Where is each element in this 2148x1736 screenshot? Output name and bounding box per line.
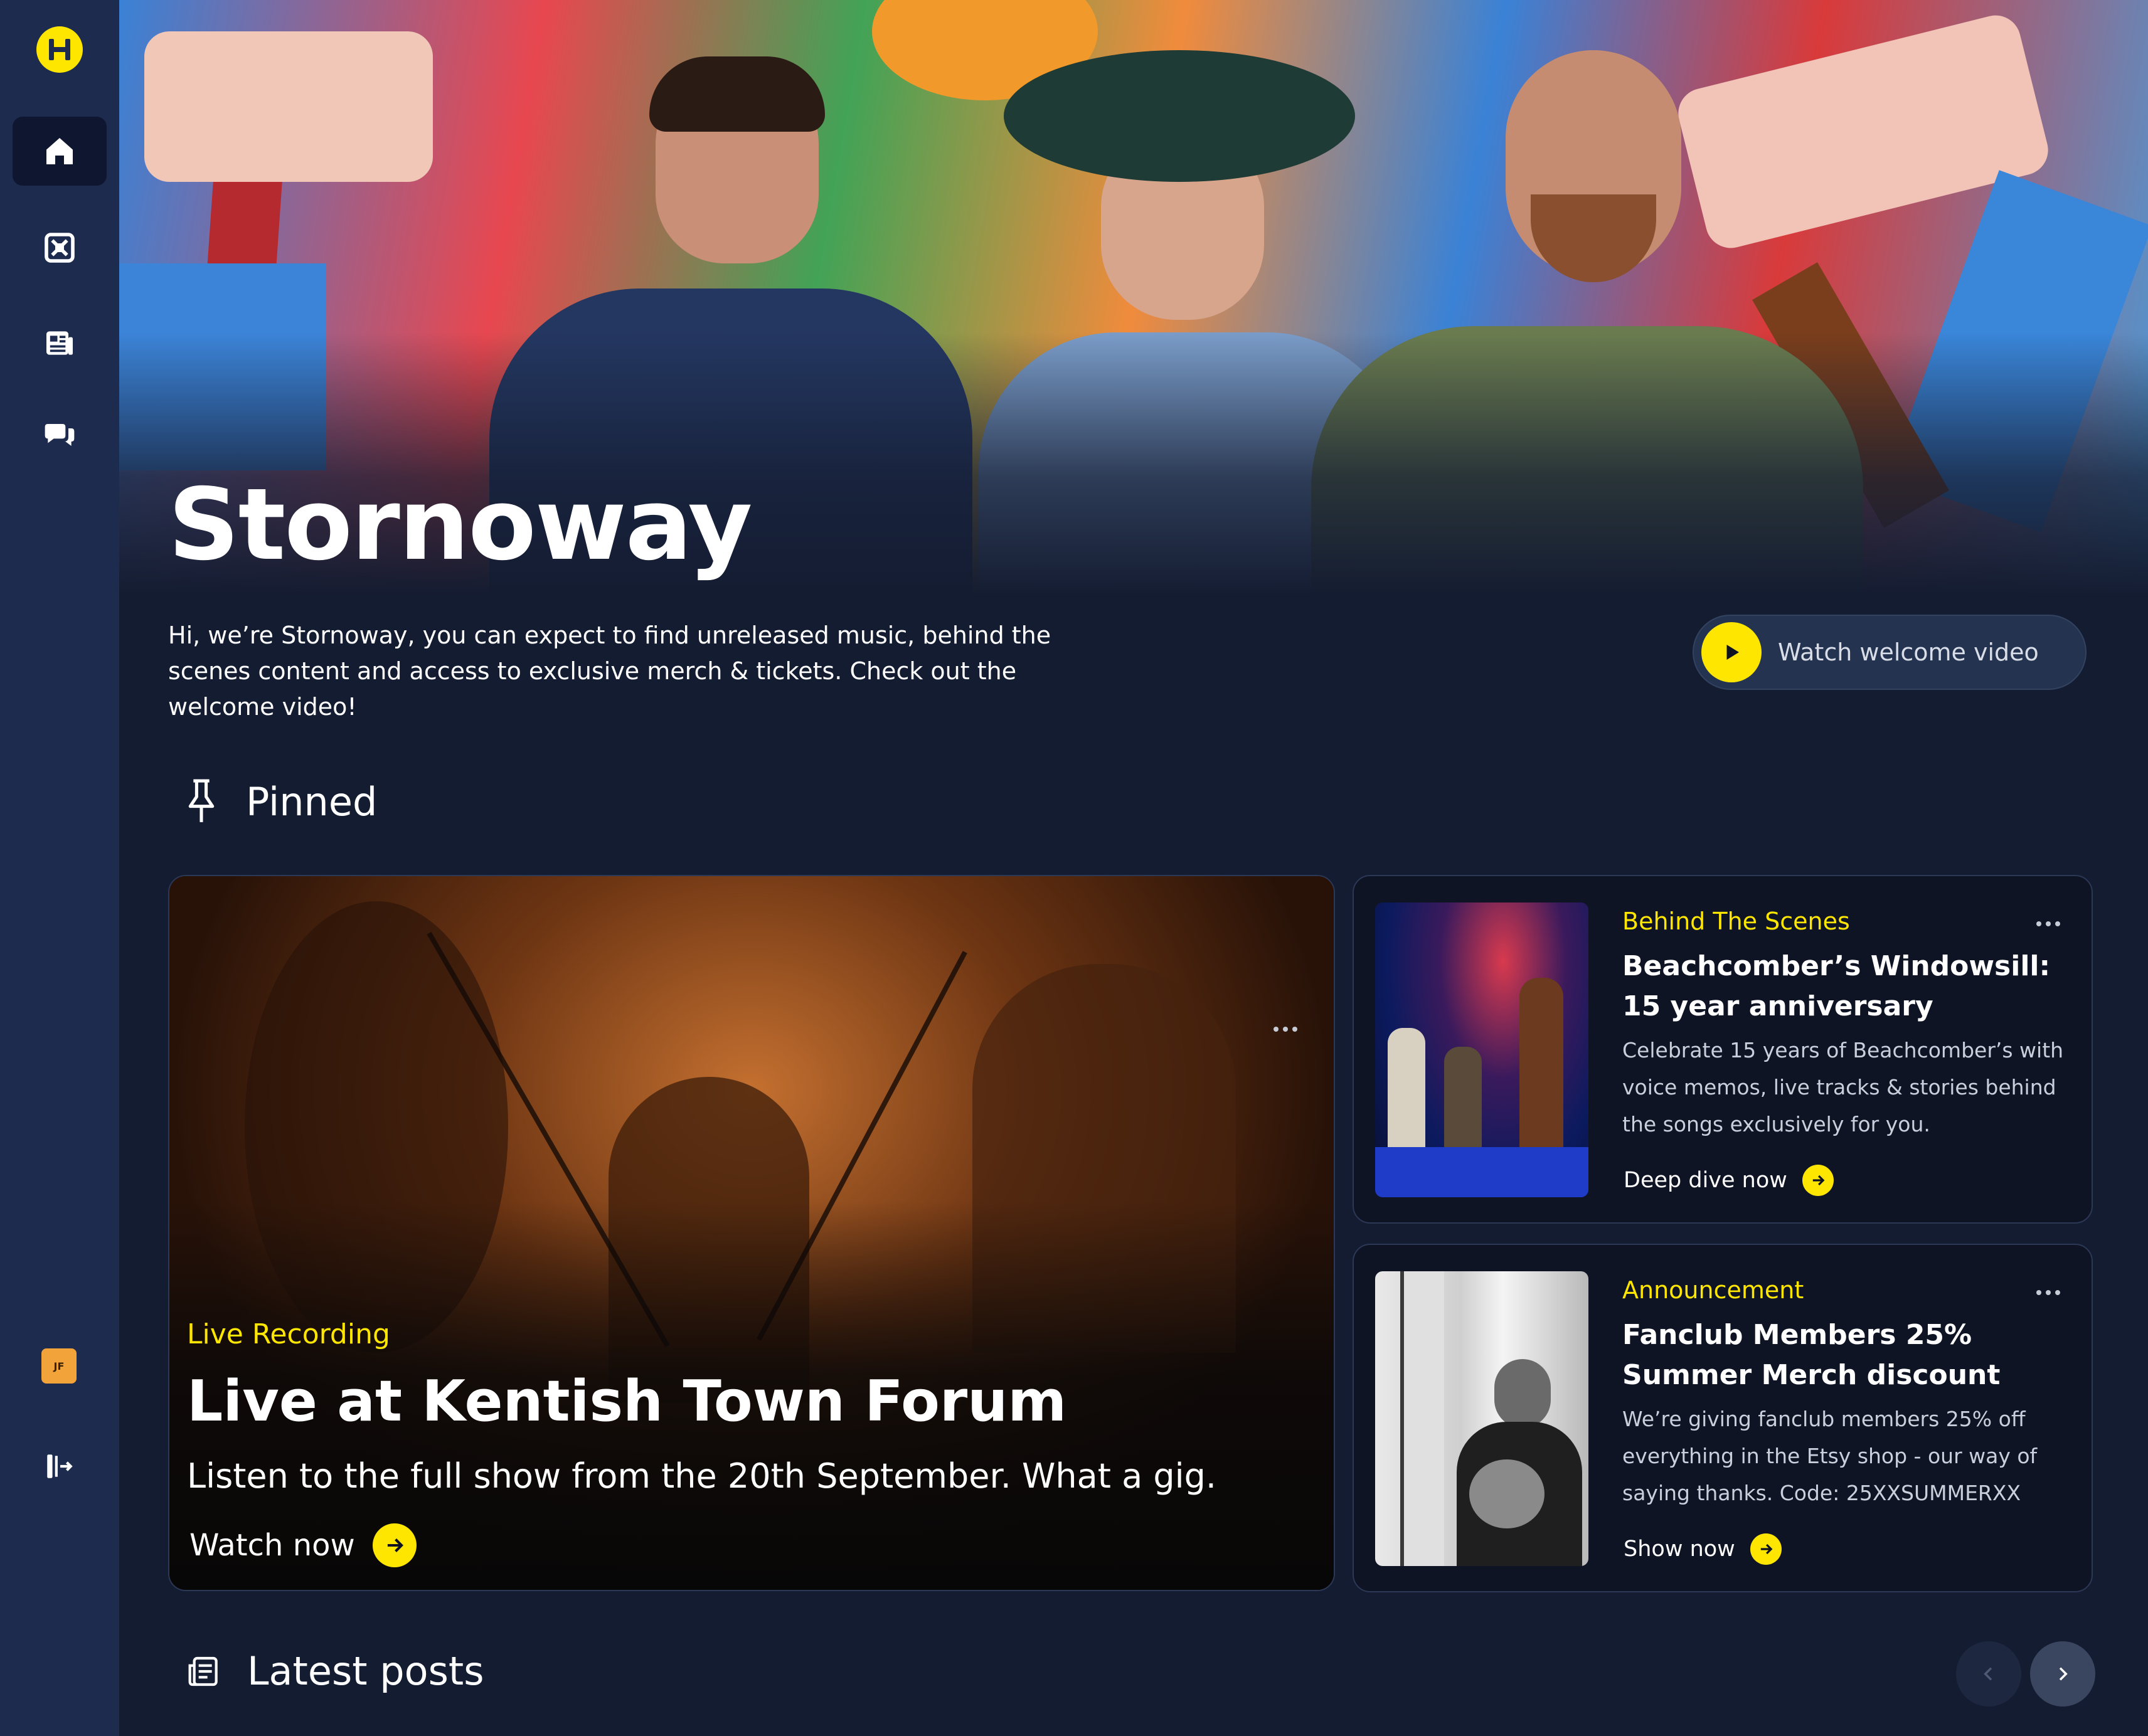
- play-icon: [1701, 622, 1762, 682]
- sidebar-item-media[interactable]: [13, 213, 107, 282]
- logout-icon: [47, 1454, 73, 1478]
- welcome-video-label: Watch welcome video: [1778, 638, 2039, 666]
- pin-icon: [188, 779, 215, 822]
- app-root: JF Stornoway Hi, we’re Stornoway, you ca…: [0, 0, 2148, 1736]
- logo-icon[interactable]: [36, 26, 83, 73]
- card-title: Beachcomber’s Windowsill: 15 year annive…: [1622, 950, 2051, 1022]
- more-options-icon[interactable]: [1273, 1027, 1297, 1032]
- chevron-right-icon: [2059, 1667, 2068, 1681]
- more-options-icon[interactable]: [2036, 1290, 2060, 1295]
- show-now-label: Show now: [1624, 1537, 1735, 1562]
- card-thumbnail: [1375, 902, 1588, 1197]
- pinned-feature-card[interactable]: Live Recording Live at Kentish Town Foru…: [168, 875, 1335, 1591]
- pinned-card-behind-the-scenes[interactable]: Behind The Scenes Beachcomber’s Windowsi…: [1353, 875, 2093, 1224]
- deep-dive-now-label: Deep dive now: [1624, 1168, 1787, 1193]
- avatar[interactable]: JF: [41, 1348, 77, 1384]
- sidebar-item-chat[interactable]: [13, 403, 107, 472]
- card-title: Fanclub Members 25% Summer Merch discoun…: [1622, 1319, 2001, 1391]
- arrow-right-icon: [372, 1523, 417, 1567]
- more-options-icon[interactable]: [2036, 921, 2060, 926]
- pinned-heading: Pinned: [182, 778, 377, 825]
- newspaper-outline-icon: [188, 1656, 218, 1686]
- show-now-link[interactable]: Show now: [1624, 1533, 1782, 1565]
- home-icon: [46, 138, 73, 164]
- latest-posts-heading: Latest posts: [187, 1648, 484, 1694]
- previous-button[interactable]: [1956, 1641, 2021, 1707]
- sidebar-item-home[interactable]: [13, 117, 107, 186]
- watch-now-link[interactable]: Watch now: [189, 1523, 417, 1567]
- chat-icon: [45, 424, 75, 446]
- hero-description: Hi, we’re Stornoway, you can expect to f…: [168, 622, 1051, 721]
- deep-dive-now-link[interactable]: Deep dive now: [1624, 1165, 1834, 1196]
- media-icon: [45, 233, 75, 263]
- latest-posts-title: Latest posts: [247, 1648, 484, 1694]
- card-description: We’re giving fanclub members 25% off eve…: [1622, 1407, 2038, 1505]
- card-thumbnail: [1375, 1271, 1588, 1566]
- hero-art-shape: [144, 31, 433, 182]
- pinned-card-announcement[interactable]: Announcement Fanclub Members 25% Summer …: [1353, 1244, 2093, 1592]
- logout-button[interactable]: [41, 1449, 77, 1484]
- pinned-title: Pinned: [246, 778, 378, 825]
- arrow-right-icon: [1802, 1165, 1834, 1196]
- next-button[interactable]: [2030, 1641, 2095, 1707]
- feature-description: Listen to the full show from the 20th Se…: [187, 1456, 1217, 1496]
- sidebar-item-news[interactable]: [13, 309, 107, 378]
- artist-name: Stornoway: [168, 467, 753, 583]
- newspaper-icon: [46, 331, 73, 355]
- card-category: Announcement: [1622, 1276, 1804, 1304]
- watch-now-label: Watch now: [189, 1528, 355, 1563]
- card-description: Celebrate 15 years of Beachcomber’s with…: [1622, 1038, 2064, 1136]
- feature-title: Live at Kentish Town Forum: [187, 1368, 1067, 1434]
- feature-category: Live Recording: [187, 1318, 390, 1350]
- watch-welcome-video-button[interactable]: Watch welcome video: [1693, 615, 2087, 690]
- chevron-left-icon: [1984, 1667, 1992, 1681]
- arrow-right-icon: [1750, 1533, 1782, 1565]
- sidebar: JF: [0, 0, 119, 1736]
- avatar-initials: JF: [53, 1360, 65, 1372]
- card-category: Behind The Scenes: [1622, 908, 1850, 935]
